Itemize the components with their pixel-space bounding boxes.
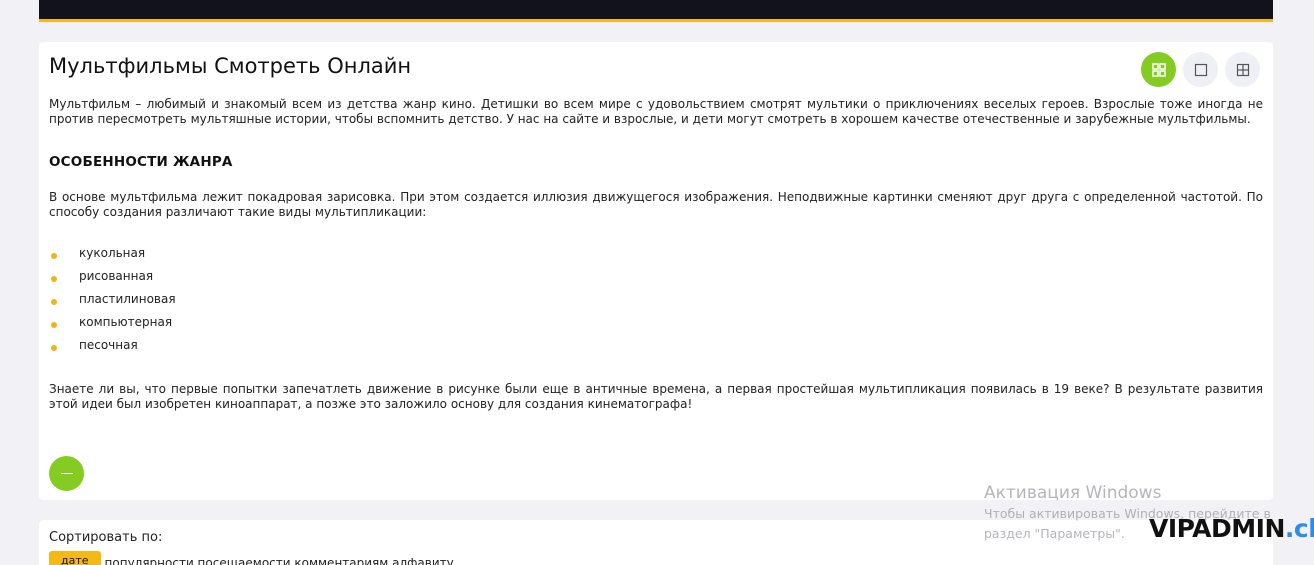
- section-heading: ОСОБЕННОСТИ ЖАНРА: [49, 154, 233, 170]
- single-square-icon: [1194, 63, 1208, 77]
- section-paragraph: В основе мультфильма лежит покадровая за…: [49, 190, 1263, 219]
- bullet-icon: [51, 345, 57, 351]
- list-item: рисованная: [49, 269, 176, 292]
- bullet-icon: [51, 299, 57, 305]
- sort-option-others[interactable]: популярности посещаемости комментариям а…: [105, 556, 454, 565]
- view-toggle-group: [1141, 52, 1260, 87]
- view-grid-large-button[interactable]: [1225, 52, 1260, 87]
- list-item: кукольная: [49, 246, 176, 269]
- sort-label: Сортировать по:: [49, 530, 163, 545]
- sort-option-date[interactable]: дате: [49, 551, 101, 565]
- description-card: Мультфильмы Смотреть Онлайн Мультфильм –…: [39, 42, 1273, 500]
- collapse-text-button[interactable]: [49, 456, 84, 491]
- page-title: Мультфильмы Смотреть Онлайн: [49, 54, 412, 78]
- list-item: пластилиновая: [49, 292, 176, 315]
- grid-large-icon: [1236, 63, 1250, 77]
- list-item: песочная: [49, 338, 176, 361]
- animation-types-list: кукольная рисованная пластилиновая компь…: [49, 246, 176, 361]
- sort-options: дате популярности посещаемости комментар…: [49, 551, 454, 565]
- list-item: компьютерная: [49, 315, 176, 338]
- intro-paragraph: Мультфильм – любимый и знакомый всем из …: [49, 97, 1263, 126]
- view-grid-small-button[interactable]: [1141, 52, 1176, 87]
- bullet-icon: [51, 253, 57, 259]
- bullet-icon: [51, 276, 57, 282]
- grid-small-icon: [1151, 62, 1166, 77]
- header-bar: [39, 0, 1273, 22]
- bullet-icon: [51, 322, 57, 328]
- view-single-button[interactable]: [1183, 52, 1218, 87]
- watermark-title: Активация Windows: [984, 483, 1162, 503]
- vipadmin-logo: VIPADMIN.club: [1149, 514, 1314, 543]
- closing-paragraph: Знаете ли вы, что первые попытки запечат…: [49, 382, 1263, 411]
- minus-icon: [60, 472, 73, 475]
